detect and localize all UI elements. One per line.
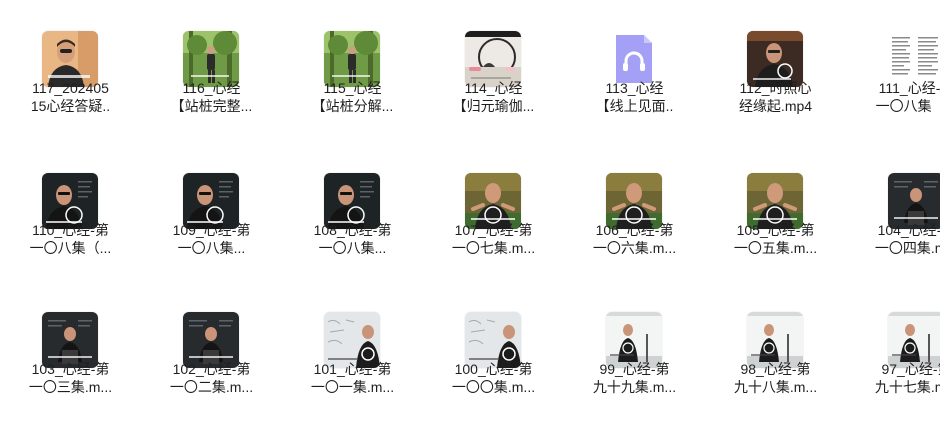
file-item[interactable]: 113_心经 【线上见面.. xyxy=(564,0,705,140)
file-name: 97_心经-第九十七集.m... xyxy=(848,360,940,396)
file-item[interactable]: 106_心经-第 一〇六集.m... xyxy=(564,142,705,282)
file-name-line1: 105_心经-第 xyxy=(736,222,815,238)
file-item[interactable]: 117_202405 15心经答疑.. xyxy=(0,0,141,140)
file-name-line1: 108_心经-第 xyxy=(313,222,392,238)
file-name-line2: 一〇八集... xyxy=(318,240,387,256)
file-name-line1: 110_心经-第 xyxy=(32,222,109,238)
file-name-line2: 【线上见面.. xyxy=(595,98,674,114)
file-name-line1: 107_心经-第 xyxy=(454,222,533,238)
file-name-line2: 九十九集.m... xyxy=(592,379,677,395)
file-item[interactable]: 111_心经-第一〇八集（... xyxy=(846,0,940,140)
file-name-line1: 114_心经 xyxy=(464,80,523,96)
file-item[interactable]: 99_心经-第 九十九集.m... xyxy=(564,281,705,421)
file-name: 100_心经-第 一〇〇集.m... xyxy=(425,360,562,396)
file-item[interactable]: 98_心经-第 九十八集.m... xyxy=(705,281,846,421)
file-name-line2: 一〇八集... xyxy=(177,240,246,256)
file-item[interactable]: 107_心经-第 一〇七集.m... xyxy=(423,142,564,282)
file-name-line2: 一〇四集.m... xyxy=(874,240,940,256)
file-name-line2: 一〇七集.m... xyxy=(451,240,536,256)
file-name-line1: 115_心经 xyxy=(323,80,382,96)
file-item[interactable]: 97_心经-第九十七集.m... xyxy=(846,281,940,421)
file-name: 102_心经-第 一〇二集.m... xyxy=(143,360,280,396)
file-name: 112_时照心 经缘起.mp4 xyxy=(707,79,844,115)
file-name: 99_心经-第 九十九集.m... xyxy=(566,360,703,396)
file-name: 98_心经-第 九十八集.m... xyxy=(707,360,844,396)
file-name-line2: 【站桩完整... xyxy=(170,98,253,114)
file-name-line1: 100_心经-第 xyxy=(454,361,533,377)
file-name-line2: 【站桩分解... xyxy=(311,98,394,114)
file-name-line2: 一〇五集.m... xyxy=(733,240,818,256)
file-name: 116_心经 【站桩完整... xyxy=(143,79,280,115)
file-name: 115_心经 【站桩分解... xyxy=(284,79,421,115)
file-name: 117_202405 15心经答疑.. xyxy=(2,79,139,115)
file-name-line1: 116_心经 xyxy=(182,80,241,96)
file-name: 104_心经-第一〇四集.m... xyxy=(848,221,940,257)
file-name: 105_心经-第 一〇五集.m... xyxy=(707,221,844,257)
file-name-line1: 101_心经-第 xyxy=(313,361,392,377)
file-name-line1: 99_心经-第 xyxy=(599,361,670,377)
file-item[interactable]: 109_心经-第 一〇八集... xyxy=(141,142,282,282)
file-name-line1: 97_心经-第 xyxy=(881,361,940,377)
file-item[interactable]: 102_心经-第 一〇二集.m... xyxy=(141,281,282,421)
file-name-line1: 102_心经-第 xyxy=(172,361,251,377)
file-name: 111_心经-第一〇八集（... xyxy=(848,79,940,115)
file-name-line1: 112_时照心 xyxy=(739,80,812,96)
file-item[interactable]: 101_心经-第 一〇一集.m... xyxy=(282,281,423,421)
file-item[interactable]: 115_心经 【站桩分解... xyxy=(282,0,423,140)
file-item[interactable]: 116_心经 【站桩完整... xyxy=(141,0,282,140)
file-name-line1: 106_心经-第 xyxy=(595,222,674,238)
file-name: 108_心经-第 一〇八集... xyxy=(284,221,421,257)
file-name-line1: 113_心经 xyxy=(605,80,664,96)
file-name-line2: 一〇〇集.m... xyxy=(451,379,536,395)
file-grid: 117_202405 15心经答疑.. 116_心经 【站桩完整... 115_心经… xyxy=(0,0,940,429)
file-name-line1: 103_心经-第 xyxy=(31,361,110,377)
file-name-line2: 经缘起.mp4 xyxy=(738,98,813,114)
file-name-line2: 一〇八集（... xyxy=(29,240,112,256)
file-item[interactable]: 105_心经-第 一〇五集.m... xyxy=(705,142,846,282)
file-item[interactable]: 114_心经 【归元瑜伽... xyxy=(423,0,564,140)
file-name: 113_心经 【线上见面.. xyxy=(566,79,703,115)
file-item[interactable]: 100_心经-第 一〇〇集.m... xyxy=(423,281,564,421)
file-name: 114_心经 【归元瑜伽... xyxy=(425,79,562,115)
file-name-line1: 98_心经-第 xyxy=(740,361,811,377)
file-name: 101_心经-第 一〇一集.m... xyxy=(284,360,421,396)
file-item[interactable]: 108_心经-第 一〇八集... xyxy=(282,142,423,282)
file-name-line2: 一〇一集.m... xyxy=(310,379,395,395)
file-name-line1: 117_202405 xyxy=(32,80,109,96)
file-name-line1: 109_心经-第 xyxy=(172,222,251,238)
file-name: 109_心经-第 一〇八集... xyxy=(143,221,280,257)
file-name-line2: 15心经答疑.. xyxy=(30,98,111,114)
file-name-line1: 111_心经-第 xyxy=(878,80,940,96)
file-name-line2: 一〇三集.m... xyxy=(28,379,113,395)
file-name: 103_心经-第 一〇三集.m... xyxy=(2,360,139,396)
file-item[interactable]: 103_心经-第 一〇三集.m... xyxy=(0,281,141,421)
file-name-line2: 【归元瑜伽... xyxy=(452,98,535,114)
file-name: 110_心经-第 一〇八集（... xyxy=(2,221,139,257)
file-item[interactable]: 104_心经-第一〇四集.m... xyxy=(846,142,940,282)
file-name-line2: 一〇二集.m... xyxy=(169,379,254,395)
file-name-line2: 一〇六集.m... xyxy=(592,240,677,256)
file-name-line1: 104_心经-第 xyxy=(877,222,940,238)
file-item[interactable]: 112_时照心 经缘起.mp4 xyxy=(705,0,846,140)
file-name: 106_心经-第 一〇六集.m... xyxy=(566,221,703,257)
file-name-line2: 九十八集.m... xyxy=(733,379,818,395)
file-name-line2: 九十七集.m... xyxy=(874,379,940,395)
file-item[interactable]: 110_心经-第 一〇八集（... xyxy=(0,142,141,282)
file-name-line2: 一〇八集（... xyxy=(875,98,940,114)
file-name: 107_心经-第 一〇七集.m... xyxy=(425,221,562,257)
